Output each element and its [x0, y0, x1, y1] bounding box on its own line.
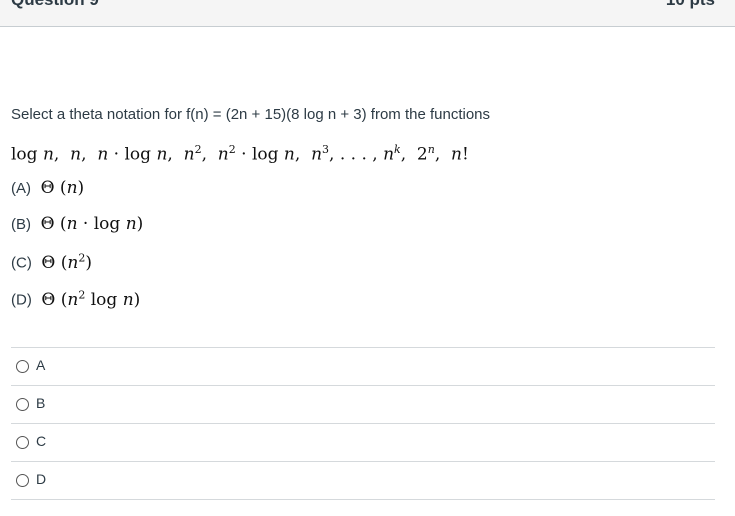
- answer-choice-b[interactable]: B: [11, 386, 715, 424]
- answer-list: A B C D: [11, 347, 715, 500]
- function-list: log n, n, n · log n, n2, n2 · log n, n3,…: [11, 143, 469, 165]
- question-prompt: Select a theta notation for f(n) = (2n +…: [11, 106, 491, 123]
- option-b: (B) Θ (n · log n): [11, 214, 143, 234]
- option-a-label: (A): [11, 180, 31, 197]
- option-b-label: (B): [11, 216, 31, 233]
- radio-button[interactable]: [16, 398, 29, 411]
- option-a-math: Θ (n): [35, 178, 85, 198]
- question-title: Question 9: [11, 0, 99, 10]
- radio-button[interactable]: [16, 360, 29, 373]
- answer-label[interactable]: D: [36, 471, 46, 487]
- option-b-math: Θ (n · log n): [35, 214, 144, 234]
- radio-button[interactable]: [16, 474, 29, 487]
- option-d: (D) Θ (n2 log n): [11, 288, 140, 310]
- option-d-math: Θ (n2 log n): [36, 288, 141, 310]
- question-points: 10 pts: [666, 0, 715, 10]
- option-d-label: (D): [11, 291, 32, 309]
- answer-choice-d[interactable]: D: [11, 462, 715, 500]
- answer-choice-a[interactable]: A: [11, 348, 715, 386]
- answer-choice-c[interactable]: C: [11, 424, 715, 462]
- answer-label[interactable]: C: [36, 433, 46, 449]
- answer-label[interactable]: B: [36, 395, 45, 411]
- option-c: (C) Θ (n2): [11, 251, 92, 273]
- radio-button[interactable]: [16, 436, 29, 449]
- answer-label[interactable]: A: [36, 357, 45, 373]
- option-c-label: (C): [11, 254, 32, 272]
- option-a: (A) Θ (n): [11, 178, 84, 198]
- option-c-math: Θ (n2): [36, 251, 92, 273]
- question-header: Question 9 10 pts: [0, 0, 735, 27]
